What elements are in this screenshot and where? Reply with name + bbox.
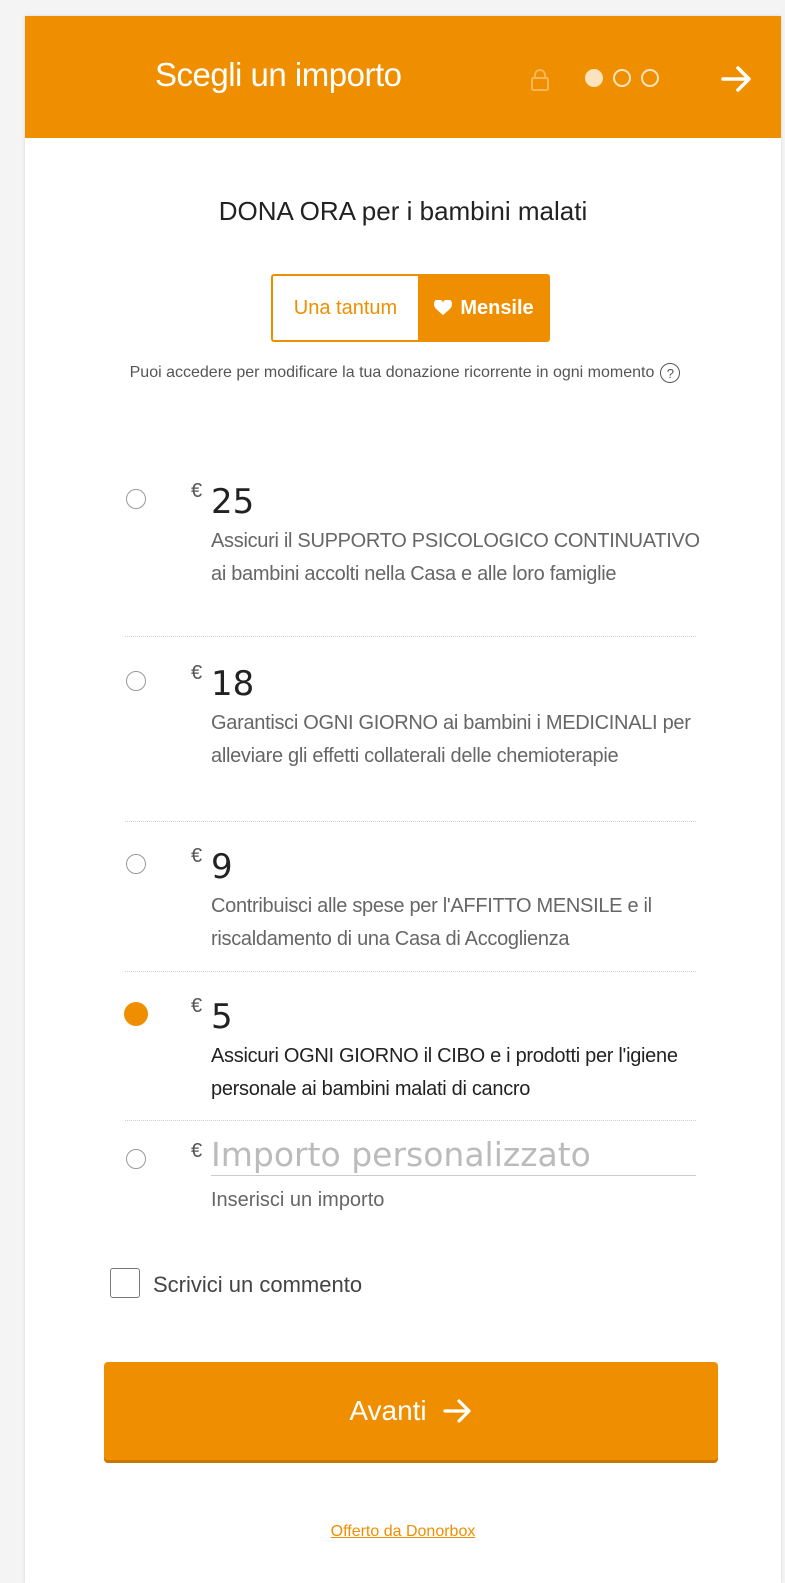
amount-radio[interactable] xyxy=(126,489,146,509)
arrow-right-icon[interactable] xyxy=(720,64,754,94)
currency-symbol: € xyxy=(191,995,203,1017)
form-header: Scegli un importo xyxy=(25,16,781,138)
currency-symbol: € xyxy=(191,845,203,867)
recurring-note-text: Puoi accedere per modificare la tua dona… xyxy=(129,364,655,381)
form-subtitle: DONA ORA per i bambini malati xyxy=(218,196,588,226)
amount-description: Contribuisci alle spese per l'AFFITTO ME… xyxy=(211,895,652,950)
frequency-once-button[interactable]: Una tantum xyxy=(271,274,418,342)
heart-icon xyxy=(434,300,453,315)
amount-radio-selected[interactable] xyxy=(124,1002,148,1026)
custom-amount-help: Inserisci un importo xyxy=(211,1189,385,1211)
amount-description: Assicuri il SUPPORTO PSICOLOGICO CONTINU… xyxy=(211,530,700,585)
currency-symbol: € xyxy=(191,480,203,502)
amount-value: 5 xyxy=(211,997,233,1037)
donorbox-link[interactable]: Offerto da Donorbox xyxy=(331,1523,476,1540)
powered-by: Offerto da Donorbox xyxy=(25,1523,781,1541)
arrow-right-icon xyxy=(443,1399,471,1423)
currency-symbol: € xyxy=(191,1140,203,1162)
next-button-label: Avanti xyxy=(349,1395,427,1426)
amount-value: 18 xyxy=(211,664,255,704)
divider xyxy=(125,636,696,637)
comment-checkbox-label[interactable]: Scrivici un commento xyxy=(153,1272,362,1298)
recurring-note: Puoi accedere per modificare la tua dona… xyxy=(115,361,695,385)
divider xyxy=(125,1120,696,1121)
next-button[interactable]: Avanti xyxy=(104,1362,718,1460)
amount-option-18[interactable]: € 18 Garantisci OGNI GIORNO ai bambini i… xyxy=(121,648,696,808)
amount-radio[interactable] xyxy=(126,854,146,874)
divider xyxy=(125,821,696,822)
custom-amount-input[interactable] xyxy=(211,1133,696,1176)
donation-form: Scegli un importo DONA ORA per i bambini… xyxy=(25,16,781,1583)
amount-description: Assicuri OGNI GIORNO il CIBO e i prodott… xyxy=(211,1045,678,1100)
amount-value: 25 xyxy=(211,482,255,522)
amount-option-9[interactable]: € 9 Contribuisci alle spese per l'AFFITT… xyxy=(121,831,696,961)
step-indicator xyxy=(585,69,659,87)
comment-checkbox[interactable] xyxy=(110,1268,140,1298)
amount-option-5[interactable]: € 5 Assicuri OGNI GIORNO il CIBO e i pro… xyxy=(121,981,696,1111)
step-dot-3 xyxy=(641,69,659,87)
amount-description: Garantisci OGNI GIORNO ai bambini i MEDI… xyxy=(211,712,691,767)
amount-value: 9 xyxy=(211,847,233,887)
lock-icon xyxy=(531,69,549,91)
currency-symbol: € xyxy=(191,662,203,684)
frequency-once-label: Una tantum xyxy=(293,296,398,319)
step-dot-1 xyxy=(585,69,603,87)
amount-option-25[interactable]: € 25 Assicuri il SUPPORTO PSICOLOGICO CO… xyxy=(121,466,700,626)
divider xyxy=(125,971,696,972)
help-icon[interactable]: ? xyxy=(660,362,681,383)
frequency-monthly-button[interactable]: Mensile xyxy=(418,274,550,342)
amount-radio[interactable] xyxy=(126,671,146,691)
header-title: Scegli un importo xyxy=(155,56,402,93)
amount-radio[interactable] xyxy=(126,1149,146,1169)
frequency-toggle: Una tantum Mensile xyxy=(271,274,550,342)
frequency-monthly-label: Mensile xyxy=(460,296,534,319)
step-dot-2 xyxy=(613,69,631,87)
